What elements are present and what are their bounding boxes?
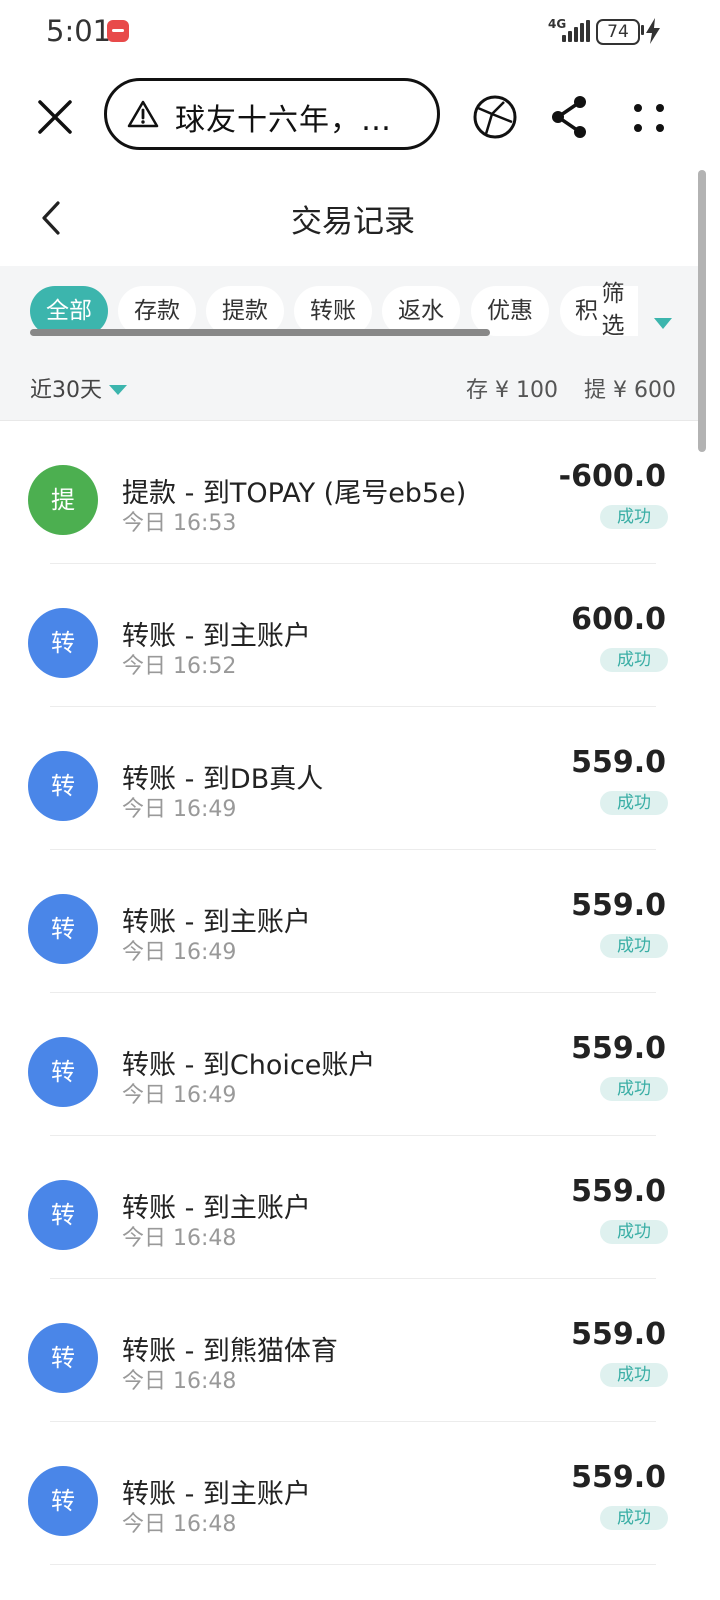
browser-toolbar: 球友十六年，…: [0, 64, 720, 168]
status-badge: 成功: [600, 648, 668, 672]
signal-icon: [562, 20, 590, 42]
transfer-badge: 转: [28, 608, 98, 678]
transfer-badge: 转: [28, 1323, 98, 1393]
divider: [50, 1564, 656, 1565]
transaction-time: 今日 16:48: [122, 1369, 237, 1394]
status-badge: 成功: [600, 505, 668, 529]
transaction-item[interactable]: 转 转账 - 到Choice账户 今日 16:49 559.0 成功: [0, 993, 700, 1136]
tabs-scrollbar[interactable]: [30, 329, 490, 336]
transaction-amount: 559.0: [571, 1460, 666, 1495]
status-badge: 成功: [600, 1220, 668, 1244]
transaction-amount: 559.0: [571, 745, 666, 780]
withdraw-badge: 提: [28, 465, 98, 535]
filter-caret-icon: [654, 318, 672, 329]
transaction-time: 今日 16:49: [122, 1083, 237, 1108]
app-notification-icon: [107, 20, 129, 42]
deposit-summary: 存 ¥ 100: [466, 378, 559, 403]
transfer-badge: 转: [28, 1037, 98, 1107]
transaction-item[interactable]: 转 转账 - 到主账户 今日 16:48 559.0 成功: [0, 1422, 700, 1565]
charging-icon: [646, 18, 660, 44]
transfer-badge: 转: [28, 751, 98, 821]
transaction-item[interactable]: 转 转账 - 到熊猫体育 今日 16:48 559.0 成功: [0, 1279, 700, 1422]
status-badge: 成功: [600, 934, 668, 958]
battery-level: 74: [596, 19, 640, 45]
transfer-badge: 转: [28, 1466, 98, 1536]
transaction-item[interactable]: 转 转账 - 到主账户 今日 16:49 559.0 成功: [0, 850, 700, 993]
transaction-amount: 559.0: [571, 1174, 666, 1209]
transaction-amount: -600.0: [558, 459, 666, 494]
summary: 存 ¥ 100 提 ¥ 600: [466, 372, 676, 404]
warning-icon: [127, 100, 159, 128]
page-scrollbar[interactable]: [698, 170, 706, 452]
address-bar[interactable]: 球友十六年，…: [104, 78, 440, 150]
transaction-item[interactable]: 转 转账 - 到主账户 今日 16:48 559.0 成功: [0, 1136, 700, 1279]
period-selector[interactable]: 近30天: [30, 372, 102, 404]
page-header: 交易记录: [0, 168, 720, 266]
url-text: 球友十六年，…: [175, 103, 392, 138]
filter-area: 全部 存款 提款 转账 返水 优惠 积 筛选 近30天 存 ¥ 100 提 ¥ 6…: [0, 266, 698, 421]
transaction-time: 今日 16:48: [122, 1512, 237, 1537]
transfer-badge: 转: [28, 894, 98, 964]
transaction-item[interactable]: 提 提款 - 到TOPAY (尾号eb5e) 今日 16:53 -600.0 成…: [0, 421, 700, 564]
transaction-time: 今日 16:49: [122, 797, 237, 822]
transfer-badge: 转: [28, 1180, 98, 1250]
transaction-amount: 600.0: [571, 602, 666, 637]
status-badge: 成功: [600, 1363, 668, 1387]
transaction-list: 提 提款 - 到TOPAY (尾号eb5e) 今日 16:53 -600.0 成…: [0, 421, 700, 1565]
tab-points-label: 积: [575, 298, 598, 324]
status-badge: 成功: [600, 1506, 668, 1530]
close-icon[interactable]: [32, 94, 78, 140]
transaction-item[interactable]: 转 转账 - 到主账户 今日 16:52 600.0 成功: [0, 564, 700, 707]
share-icon[interactable]: [548, 94, 590, 140]
withdraw-summary: 提 ¥ 600: [584, 378, 676, 403]
transaction-amount: 559.0: [571, 888, 666, 923]
status-badge: 成功: [600, 791, 668, 815]
transaction-amount: 559.0: [571, 1031, 666, 1066]
battery-icon: [641, 25, 644, 35]
period-caret-icon[interactable]: [109, 385, 127, 395]
status-badge: 成功: [600, 1077, 668, 1101]
status-bar: 5:01 4G 74: [0, 0, 720, 64]
transaction-time: 今日 16:48: [122, 1226, 237, 1251]
transaction-time: 今日 16:52: [122, 654, 237, 679]
transaction-time: 今日 16:49: [122, 940, 237, 965]
status-time: 5:01: [46, 14, 112, 48]
transaction-item[interactable]: 转 转账 - 到DB真人 今日 16:49 559.0 成功: [0, 707, 700, 850]
globe-icon[interactable]: [472, 94, 518, 140]
filter-button[interactable]: 筛选: [598, 278, 688, 342]
transaction-amount: 559.0: [571, 1317, 666, 1352]
transaction-time: 今日 16:53: [122, 511, 237, 536]
filter-label: 筛选: [601, 281, 625, 339]
page-title: 交易记录: [291, 204, 415, 240]
more-icon[interactable]: [630, 100, 670, 140]
